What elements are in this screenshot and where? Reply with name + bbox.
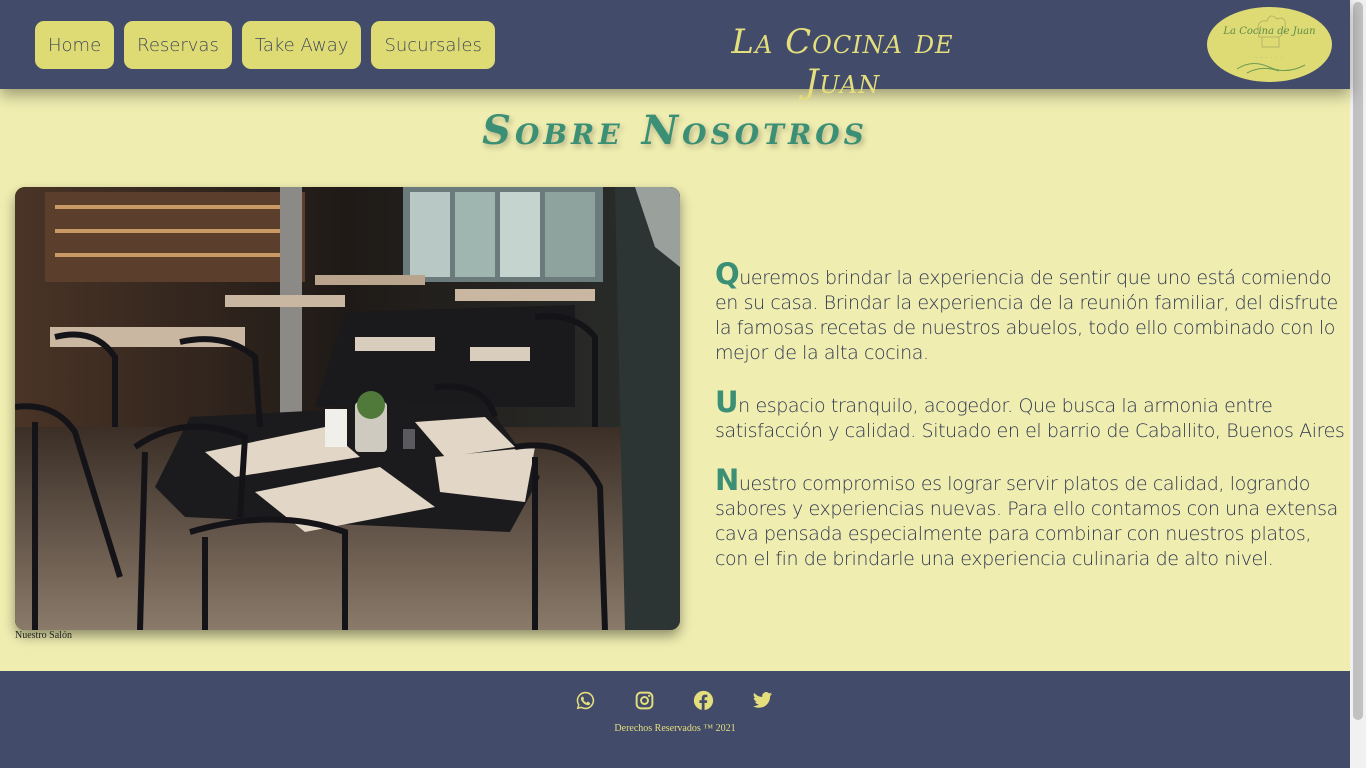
about-paragraph: Nuestro compromiso es lograr servir plat… — [715, 466, 1345, 572]
nav-home-button[interactable]: Home — [35, 21, 115, 69]
twitter-icon[interactable] — [752, 690, 773, 711]
site-footer: Derechos Reservados ™ 2021 — [0, 671, 1350, 768]
nav-sucursales-button[interactable]: Sucursales — [371, 21, 495, 69]
paragraph-text: uestro compromiso es lograr servir plato… — [715, 473, 1338, 570]
about-paragraph: Un espacio tranquilo, acogedor. Que busc… — [715, 388, 1345, 444]
scrollbar-thumb[interactable] — [1353, 2, 1363, 720]
restaurant-photo — [15, 187, 680, 630]
site-header: Home Reservas Take Away Sucursales La Co… — [0, 0, 1350, 102]
paragraph-text: n espacio tranquilo, acogedor. Que busca… — [715, 395, 1345, 442]
drop-cap: N — [715, 463, 739, 497]
social-links — [575, 690, 773, 711]
about-text: Queremos brindar la experiencia de senti… — [715, 260, 1345, 596]
page-title: Sobre Nosotros — [482, 107, 868, 154]
logo[interactable]: La Cocina de Juan · · · · · · — [1207, 7, 1332, 82]
chef-hat-icon — [1236, 15, 1306, 74]
facebook-icon[interactable] — [693, 690, 714, 711]
whatsapp-icon[interactable] — [575, 690, 596, 711]
paragraph-text: ueremos brindar la experiencia de sentir… — [715, 267, 1338, 364]
nav-take-away-button[interactable]: Take Away — [241, 21, 362, 69]
main-nav: Home Reservas Take Away Sucursales — [35, 21, 495, 69]
copyright-text: Derechos Reservados ™ 2021 — [614, 723, 736, 734]
scrollbar[interactable] — [1350, 0, 1366, 768]
photo-caption: Nuestro Salón — [15, 630, 72, 641]
drop-cap: Q — [715, 257, 740, 291]
nav-reservas-button[interactable]: Reservas — [124, 21, 232, 69]
logo-text: La Cocina de Juan — [1223, 26, 1316, 37]
instagram-icon[interactable] — [634, 690, 655, 711]
drop-cap: U — [715, 385, 739, 419]
about-paragraph: Queremos brindar la experiencia de senti… — [715, 260, 1345, 366]
site-brand-title: La Cocina de Juan — [731, 22, 954, 102]
logo-tagline-mark: · · · · · · — [1255, 55, 1284, 61]
